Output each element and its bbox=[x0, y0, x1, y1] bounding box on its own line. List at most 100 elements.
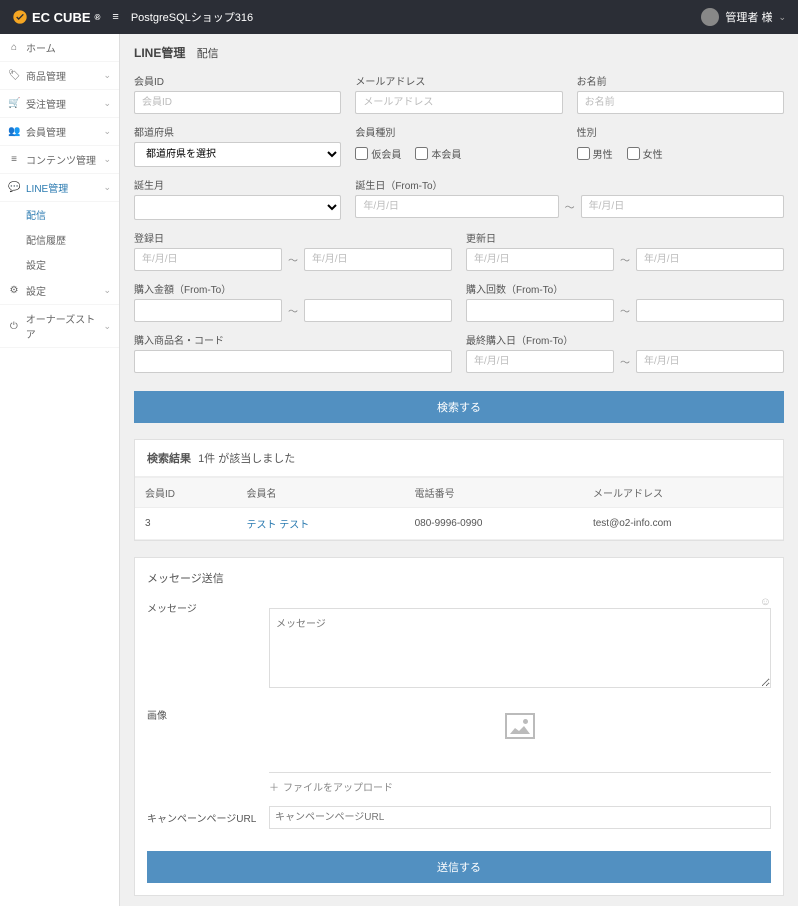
member-type-label: 会員種別 bbox=[355, 124, 562, 139]
user-menu[interactable]: 管理者 様 ⌄ bbox=[701, 8, 786, 26]
cell-id: 3 bbox=[135, 508, 237, 540]
power-icon: ⏻ bbox=[8, 321, 20, 332]
chevron-down-icon: ⌄ bbox=[103, 126, 111, 137]
member-type-field: 会員種別 仮会員 本会員 bbox=[355, 124, 562, 167]
amount-to-input[interactable] bbox=[304, 299, 452, 322]
member-id-field: 会員ID bbox=[134, 73, 341, 114]
member-link[interactable]: テスト テスト bbox=[247, 520, 310, 531]
sidebar-item-product[interactable]: 🏷商品管理⌄ bbox=[0, 62, 119, 90]
message-title: メッセージ送信 bbox=[147, 570, 771, 586]
sex-male[interactable]: 男性 bbox=[577, 146, 613, 161]
col-email: メールアドレス bbox=[583, 478, 783, 508]
main: LINE管理 配信 会員ID メールアドレス お名前 都道府県 都道府県を選択 … bbox=[120, 34, 798, 906]
col-id: 会員ID bbox=[135, 478, 237, 508]
product-code-field: 購入商品名・コード bbox=[134, 332, 452, 373]
product-code-input[interactable] bbox=[134, 350, 452, 373]
email-label: メールアドレス bbox=[355, 73, 562, 88]
col-tel: 電話番号 bbox=[405, 478, 583, 508]
image-icon bbox=[505, 713, 535, 739]
count-to-input[interactable] bbox=[636, 299, 784, 322]
list-icon: ≡ bbox=[8, 154, 20, 165]
image-dropzone[interactable] bbox=[269, 703, 771, 773]
cell-tel: 080-9996-0990 bbox=[405, 508, 583, 540]
campaign-url-input[interactable] bbox=[269, 806, 771, 829]
range-separator: ～ bbox=[565, 199, 575, 214]
birth-date-label: 誕生日（From-To） bbox=[355, 177, 784, 192]
birth-month-select[interactable] bbox=[134, 195, 341, 220]
chevron-down-icon: ⌄ bbox=[778, 12, 786, 23]
sex-female[interactable]: 女性 bbox=[627, 146, 663, 161]
purchase-count-label: 購入回数（From-To） bbox=[466, 281, 784, 296]
chevron-down-icon: ⌄ bbox=[103, 285, 111, 296]
cell-name: テスト テスト bbox=[237, 508, 405, 540]
update-date-label: 更新日 bbox=[466, 230, 784, 245]
topbar: EC CUBE ® ≡ PostgreSQLショップ316 管理者 様 ⌄ bbox=[0, 0, 798, 34]
name-field: お名前 bbox=[577, 73, 784, 114]
topbar-left: EC CUBE ® ≡ PostgreSQLショップ316 bbox=[12, 9, 253, 25]
product-code-label: 購入商品名・コード bbox=[134, 332, 452, 347]
logo-icon bbox=[12, 9, 28, 25]
message-textarea[interactable] bbox=[269, 608, 771, 688]
name-input[interactable] bbox=[577, 91, 784, 114]
update-to-input[interactable] bbox=[636, 248, 784, 271]
sex-label: 性別 bbox=[577, 124, 784, 139]
name-label: お名前 bbox=[577, 73, 784, 88]
pref-field: 都道府県 都道府県を選択 bbox=[134, 124, 341, 167]
menu-toggle-icon[interactable]: ≡ bbox=[112, 11, 118, 23]
users-icon: 👥 bbox=[8, 126, 20, 137]
sidebar-sub-history[interactable]: 配信履歴 bbox=[0, 227, 119, 252]
update-date-field: 更新日 ～ bbox=[466, 230, 784, 271]
sidebar-item-order[interactable]: 🛒受注管理⌄ bbox=[0, 90, 119, 118]
member-id-input[interactable] bbox=[134, 91, 341, 114]
count-from-input[interactable] bbox=[466, 299, 614, 322]
logo-text: EC CUBE bbox=[32, 10, 91, 25]
member-type-temp[interactable]: 仮会員 bbox=[355, 146, 401, 161]
sidebar-sub-delivery[interactable]: 配信 bbox=[0, 202, 119, 227]
sidebar-item-content[interactable]: ≡コンテンツ管理⌄ bbox=[0, 146, 119, 174]
reg-from-input[interactable] bbox=[134, 248, 282, 271]
url-label: キャンペーンページURL bbox=[147, 806, 257, 829]
email-input[interactable] bbox=[355, 91, 562, 114]
reg-to-input[interactable] bbox=[304, 248, 452, 271]
send-button[interactable]: 送信する bbox=[147, 851, 771, 883]
chevron-down-icon: ⌄ bbox=[103, 321, 111, 332]
cell-email: test@o2-info.com bbox=[583, 508, 783, 540]
emoji-icon[interactable]: ☺ bbox=[760, 596, 771, 608]
member-id-label: 会員ID bbox=[134, 73, 341, 88]
image-label: 画像 bbox=[147, 703, 257, 794]
tag-icon: 🏷 bbox=[8, 70, 20, 81]
sidebar: ⌂ホーム 🏷商品管理⌄ 🛒受注管理⌄ 👥会員管理⌄ ≡コンテンツ管理⌄ 💬LIN… bbox=[0, 34, 120, 906]
email-field: メールアドレス bbox=[355, 73, 562, 114]
purchase-count-field: 購入回数（From-To） ～ bbox=[466, 281, 784, 322]
search-form: 会員ID メールアドレス お名前 都道府県 都道府県を選択 会員種別 仮会員 本… bbox=[134, 73, 784, 220]
pref-select[interactable]: 都道府県を選択 bbox=[134, 142, 341, 167]
amount-from-input[interactable] bbox=[134, 299, 282, 322]
chevron-down-icon: ⌄ bbox=[103, 98, 111, 109]
sidebar-sub-settings[interactable]: 設定 bbox=[0, 252, 119, 277]
search-button[interactable]: 検索する bbox=[134, 391, 784, 423]
birth-from-input[interactable] bbox=[355, 195, 558, 218]
reg-date-field: 登録日 ～ bbox=[134, 230, 452, 271]
sidebar-item-settings[interactable]: ⚙設定⌄ bbox=[0, 277, 119, 305]
sidebar-item-line[interactable]: 💬LINE管理⌄ bbox=[0, 174, 119, 202]
gear-icon: ⚙ bbox=[8, 285, 20, 296]
sidebar-item-home[interactable]: ⌂ホーム bbox=[0, 34, 119, 62]
birth-month-field: 誕生月 bbox=[134, 177, 341, 220]
reg-date-label: 登録日 bbox=[134, 230, 452, 245]
chevron-down-icon: ⌄ bbox=[103, 70, 111, 81]
last-from-input[interactable] bbox=[466, 350, 614, 373]
page-title: LINE管理 配信 bbox=[134, 44, 784, 61]
sidebar-item-owners[interactable]: ⏻オーナーズストア⌄ bbox=[0, 305, 119, 348]
purchase-amount-label: 購入金額（From-To） bbox=[134, 281, 452, 296]
plus-icon: ＋ bbox=[269, 779, 279, 794]
birth-to-input[interactable] bbox=[581, 195, 784, 218]
last-to-input[interactable] bbox=[636, 350, 784, 373]
last-purchase-label: 最終購入日（From-To） bbox=[466, 332, 784, 347]
results-panel: 検索結果 1件 が該当しました 会員ID 会員名 電話番号 メールアドレス 3 … bbox=[134, 439, 784, 541]
update-from-input[interactable] bbox=[466, 248, 614, 271]
logo[interactable]: EC CUBE ® bbox=[12, 9, 100, 25]
member-type-full[interactable]: 本会員 bbox=[415, 146, 461, 161]
last-purchase-field: 最終購入日（From-To） ～ bbox=[466, 332, 784, 373]
sidebar-item-member[interactable]: 👥会員管理⌄ bbox=[0, 118, 119, 146]
comment-icon: 💬 bbox=[8, 182, 20, 193]
